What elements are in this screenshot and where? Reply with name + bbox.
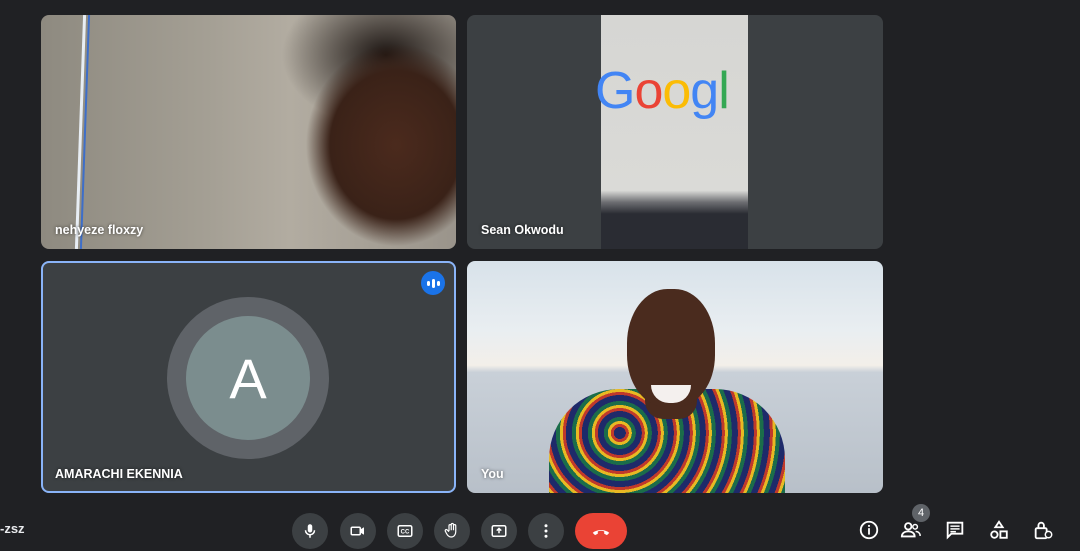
svg-text:CC: CC (401, 530, 410, 536)
chat-icon (946, 521, 964, 540)
participant-tile-amarachi-ekennia[interactable]: A AMARACHI EKENNIA (41, 261, 456, 493)
end-call-button[interactable] (575, 513, 627, 549)
shared-screen: Googl (595, 15, 748, 249)
host-controls-button[interactable] (1030, 517, 1056, 543)
participant-name: Sean Okwodu (481, 223, 564, 237)
raise-hand-button[interactable] (434, 513, 470, 549)
host-controls-icon (1034, 521, 1053, 540)
more-options-button[interactable] (528, 513, 564, 549)
raise-hand-icon (444, 522, 457, 538)
google-logo: Googl (595, 62, 730, 120)
camera-button[interactable] (340, 513, 376, 549)
microphone-icon (304, 524, 316, 538)
speaking-indicator-icon (421, 271, 445, 295)
participant-tile-you[interactable]: You (467, 261, 883, 493)
people-icon (900, 522, 921, 538)
captions-icon: CC (397, 525, 413, 537)
participant-name: nehyeze floxzy (55, 223, 144, 237)
phone-hangup-icon (592, 530, 610, 536)
chat-button[interactable] (942, 517, 968, 543)
people-count-badge: 4 (912, 504, 930, 522)
info-icon (859, 520, 879, 540)
activities-icon (990, 520, 1008, 539)
meeting-details-button[interactable] (856, 517, 882, 543)
present-icon (491, 525, 507, 537)
participant-tile-sean-okwodu[interactable]: Googl Sean Okwodu (467, 15, 883, 249)
more-options-icon (544, 524, 548, 538)
activities-button[interactable] (986, 517, 1012, 543)
captions-button[interactable]: CC (387, 513, 423, 549)
participant-tile-nehyeze-floxzy[interactable]: nehyeze floxzy (41, 15, 456, 249)
participant-name: AMARACHI EKENNIA (55, 467, 183, 481)
participant-name: You (481, 467, 504, 481)
present-button[interactable] (481, 513, 517, 549)
camera-icon (350, 526, 364, 536)
microphone-button[interactable] (292, 513, 328, 549)
meeting-code: -zsz (0, 521, 25, 536)
avatar: A (186, 316, 310, 440)
